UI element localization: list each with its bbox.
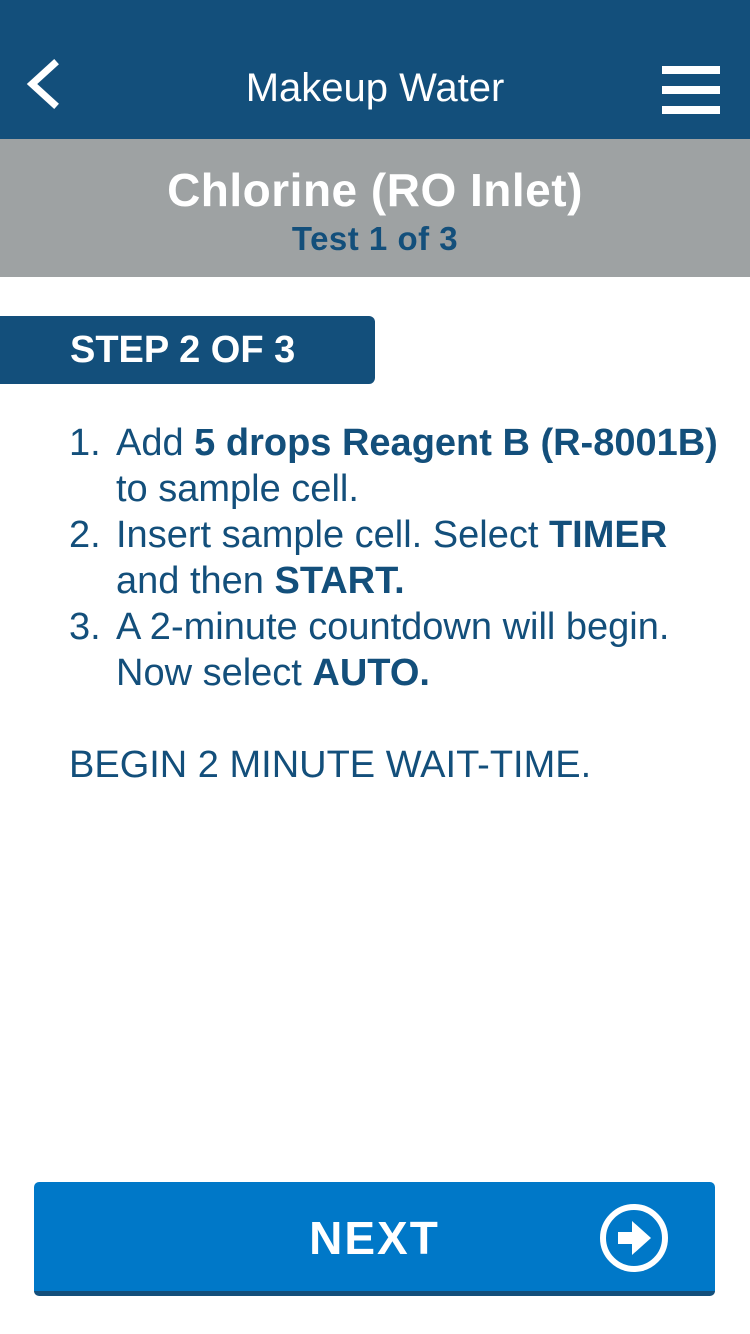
instruction-item: 1. Add 5 drops Reagent B (R-8001B) to sa… xyxy=(69,420,729,512)
instruction-text: and then xyxy=(116,560,275,602)
hamburger-menu-icon xyxy=(656,58,728,122)
instruction-item: 3. A 2-minute countdown will begin. Now … xyxy=(69,604,729,696)
instruction-number: 2. xyxy=(69,514,101,556)
wait-instruction: BEGIN 2 MINUTE WAIT-TIME. xyxy=(69,744,592,786)
test-banner: Chlorine (RO Inlet) Test 1 of 3 xyxy=(0,139,750,277)
instruction-number: 1. xyxy=(69,422,101,464)
instructions: 1. Add 5 drops Reagent B (R-8001B) to sa… xyxy=(69,420,729,788)
instruction-item: 2. Insert sample cell. Select TIMER and … xyxy=(69,512,729,604)
instruction-text: Add xyxy=(116,422,195,464)
instruction-text-bold: AUTO. xyxy=(312,652,430,694)
app-header: Makeup Water xyxy=(0,0,750,139)
instruction-text: to sample cell. xyxy=(116,468,359,510)
page-title: Makeup Water xyxy=(245,66,505,110)
next-button[interactable]: NEXT xyxy=(34,1182,715,1296)
instruction-text: Insert sample cell. Select xyxy=(116,514,549,556)
menu-button[interactable] xyxy=(656,58,728,122)
step-label: STEP 2 OF 3 xyxy=(70,329,296,371)
instruction-text-bold: START. xyxy=(274,560,405,602)
instruction-text-bold: TIMER xyxy=(548,514,668,556)
test-title: Chlorine (RO Inlet) xyxy=(167,164,583,216)
test-progress: Test 1 of 3 xyxy=(291,220,459,257)
chevron-left-icon xyxy=(18,52,70,116)
instruction-number: 3. xyxy=(69,606,101,648)
instruction-text-bold: 5 drops Reagent B (R-8001B) xyxy=(194,422,718,464)
step-badge: STEP 2 OF 3 xyxy=(0,316,375,384)
back-button[interactable] xyxy=(18,52,70,116)
arrow-right-circle-icon xyxy=(598,1202,670,1274)
